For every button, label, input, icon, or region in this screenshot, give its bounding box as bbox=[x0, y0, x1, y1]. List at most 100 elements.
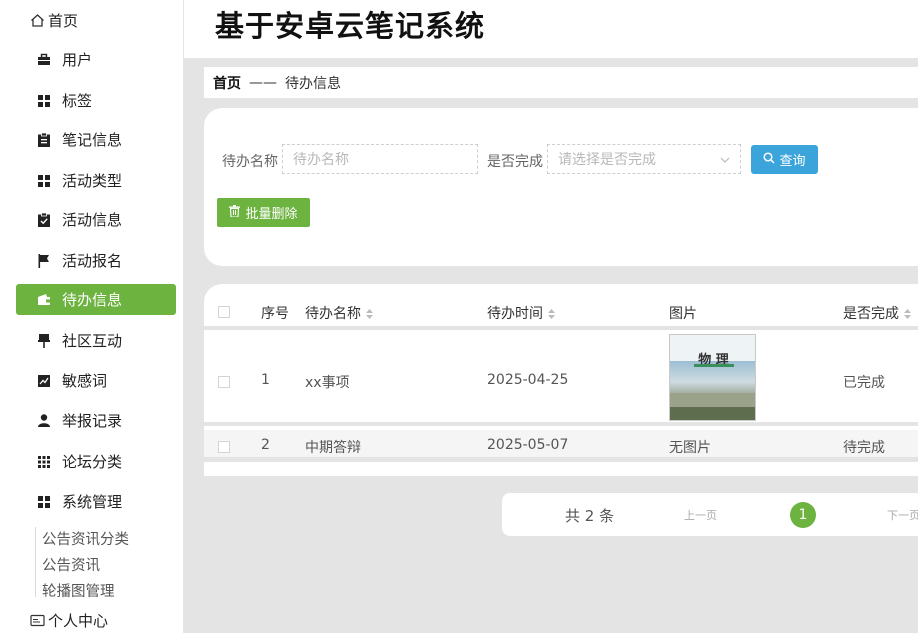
query-button-label: 查询 bbox=[779, 154, 806, 169]
apps-icon bbox=[37, 455, 51, 469]
batch-delete-label: 批量删除 bbox=[245, 207, 298, 222]
cell-time: 2025-04-25 bbox=[487, 372, 569, 388]
select-all-checkbox[interactable] bbox=[218, 306, 230, 318]
sidebar-item-todos[interactable]: 待办信息 bbox=[16, 284, 176, 315]
data-table: 序号 待办名称 待办时间 图片 是否完成 1 xx事项 2025-04-25 物… bbox=[204, 284, 918, 476]
id-card-icon bbox=[30, 613, 45, 628]
search-icon bbox=[763, 151, 776, 168]
sidebar-item-label: 个人中心 bbox=[48, 612, 109, 630]
todo-name-placeholder: 待办名称 bbox=[293, 152, 349, 168]
breadcrumb-home[interactable]: 首页 bbox=[213, 73, 241, 93]
query-button[interactable]: 查询 bbox=[751, 145, 818, 174]
sidebar-item-label: 待办信息 bbox=[62, 291, 123, 309]
home-icon bbox=[30, 13, 45, 28]
todo-name-input[interactable]: 待办名称 bbox=[282, 144, 478, 174]
app-title: 基于安卓云笔记系统 bbox=[215, 9, 486, 43]
sidebar-item-label: 活动信息 bbox=[62, 211, 123, 229]
sidebar-item-label: 社区互动 bbox=[62, 332, 123, 350]
submenu-item-carousel[interactable]: 轮播图管理 bbox=[42, 580, 115, 601]
cell-done: 已完成 bbox=[843, 375, 885, 391]
sidebar-item-community[interactable]: 社区互动 bbox=[16, 325, 176, 356]
sidebar-item-label: 活动报名 bbox=[62, 252, 123, 270]
sidebar-item-label: 标签 bbox=[62, 92, 93, 110]
grid-icon bbox=[37, 94, 51, 108]
breadcrumb-current: 待办信息 bbox=[285, 75, 341, 92]
column-header-index: 序号 bbox=[261, 306, 289, 322]
pagination-total: 共 2 条 bbox=[565, 507, 615, 525]
sidebar-item-personal[interactable]: 个人中心 bbox=[30, 610, 108, 631]
sidebar-item-forum-categories[interactable]: 论坛分类 bbox=[16, 446, 176, 477]
sidebar-item-label: 笔记信息 bbox=[62, 131, 123, 149]
column-header-done[interactable]: 是否完成 bbox=[843, 303, 911, 323]
table-header-row: 序号 待办名称 待办时间 图片 是否完成 bbox=[204, 284, 918, 330]
column-header-done-label: 是否完成 bbox=[843, 306, 899, 322]
column-header-image: 图片 bbox=[669, 306, 697, 322]
todo-image[interactable]: 物 理 bbox=[669, 334, 756, 421]
next-page-button[interactable]: 下一页 bbox=[887, 507, 918, 523]
done-select[interactable]: 请选择是否完成 bbox=[547, 144, 741, 174]
done-select-placeholder: 请选择是否完成 bbox=[558, 152, 656, 168]
sidebar-item-users[interactable]: 用户 bbox=[16, 44, 176, 75]
table-row: 1 xx事项 2025-04-25 物 理 已完成 bbox=[204, 334, 918, 426]
column-header-name-label: 待办名称 bbox=[305, 306, 361, 322]
sidebar-item-label: 系统管理 bbox=[62, 493, 123, 511]
submenu-line bbox=[35, 527, 36, 597]
clipboard-icon bbox=[37, 132, 51, 147]
cell-name: xx事项 bbox=[305, 375, 350, 391]
sidebar-item-activities[interactable]: 活动信息 bbox=[16, 204, 176, 235]
sidebar-item-tags[interactable]: 标签 bbox=[16, 85, 176, 116]
chevron-down-icon bbox=[720, 153, 730, 163]
wallet-icon bbox=[37, 293, 51, 307]
submenu-item-notices[interactable]: 公告资讯 bbox=[42, 554, 100, 575]
cell-name: 中期答辩 bbox=[305, 440, 361, 456]
column-header-name[interactable]: 待办名称 bbox=[305, 303, 373, 323]
header: 基于安卓云笔记系统 bbox=[184, 0, 918, 58]
row-checkbox[interactable] bbox=[218, 376, 230, 388]
sidebar-item-notes[interactable]: 笔记信息 bbox=[16, 124, 176, 155]
trash-icon bbox=[229, 204, 241, 221]
prev-page-button[interactable]: 上一页 bbox=[684, 507, 717, 523]
pushpin-icon bbox=[37, 333, 51, 348]
cell-image-empty: 无图片 bbox=[669, 440, 711, 456]
sidebar-item-reports[interactable]: 举报记录 bbox=[16, 405, 176, 436]
sidebar-item-label: 举报记录 bbox=[62, 412, 123, 430]
briefcase-icon bbox=[37, 53, 51, 67]
sidebar-item-label: 敏感词 bbox=[62, 372, 108, 390]
sidebar: 首页 用户 标签 笔记信息 活动类型 活动信息 活动报名 待办信息 社区互动 敏… bbox=[0, 0, 184, 633]
sidebar-item-label: 论坛分类 bbox=[62, 453, 123, 471]
sidebar-item-label: 用户 bbox=[62, 51, 93, 69]
breadcrumb: 首页 —— 待办信息 bbox=[204, 67, 918, 98]
grid-icon bbox=[37, 174, 51, 188]
sidebar-item-home[interactable]: 首页 bbox=[30, 10, 78, 31]
sidebar-item-label: 活动类型 bbox=[62, 172, 123, 190]
column-header-time[interactable]: 待办时间 bbox=[487, 303, 555, 323]
search-panel: 待办名称 待办名称 是否完成 请选择是否完成 查询 批量删除 bbox=[204, 108, 918, 266]
sidebar-item-sensitive-words[interactable]: 敏感词 bbox=[16, 365, 176, 396]
batch-delete-button[interactable]: 批量删除 bbox=[217, 198, 310, 227]
submenu-item-notice-categories[interactable]: 公告资讯分类 bbox=[42, 528, 129, 549]
clipboard-check-icon bbox=[37, 212, 51, 227]
sort-icon bbox=[366, 309, 373, 319]
chart-icon bbox=[37, 374, 51, 388]
cell-done: 待完成 bbox=[843, 440, 885, 456]
column-header-time-label: 待办时间 bbox=[487, 306, 543, 322]
name-label: 待办名称 bbox=[222, 154, 278, 170]
sort-icon bbox=[904, 309, 911, 319]
page-number-button[interactable]: 1 bbox=[790, 502, 816, 528]
table-row: 2 中期答辩 2025-05-07 无图片 待完成 bbox=[204, 430, 918, 462]
row-checkbox[interactable] bbox=[218, 441, 230, 453]
cell-time: 2025-05-07 bbox=[487, 437, 569, 453]
user-icon bbox=[37, 414, 51, 428]
cell-index: 1 bbox=[261, 372, 270, 388]
sidebar-item-activity-types[interactable]: 活动类型 bbox=[16, 165, 176, 196]
grid-icon bbox=[37, 495, 51, 509]
pagination: 共 2 条 上一页 1 下一页 bbox=[502, 493, 918, 536]
sidebar-item-system[interactable]: 系统管理 bbox=[16, 486, 176, 517]
done-label: 是否完成 bbox=[487, 154, 543, 170]
sidebar-item-activity-signup[interactable]: 活动报名 bbox=[16, 245, 176, 276]
cell-index: 2 bbox=[261, 437, 270, 453]
sidebar-item-label: 首页 bbox=[48, 12, 79, 30]
flag-icon bbox=[37, 253, 51, 268]
breadcrumb-separator: —— bbox=[249, 74, 277, 91]
sort-icon bbox=[548, 309, 555, 319]
